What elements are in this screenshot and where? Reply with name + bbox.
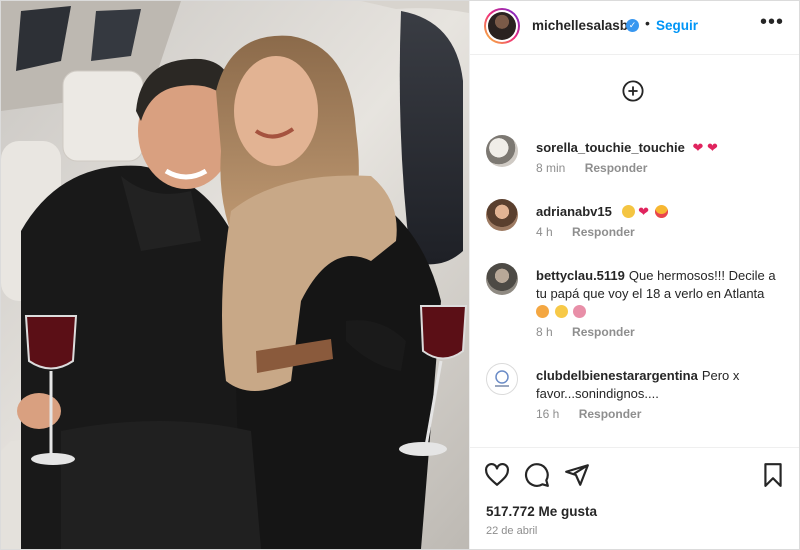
verified-badge-icon: ✓ — [626, 19, 639, 32]
commenter-avatar[interactable] — [486, 199, 518, 231]
comment-time: 4 h — [536, 225, 553, 239]
comment-username[interactable]: bettyclau.5119 — [536, 268, 625, 283]
commenter-avatar[interactable] — [486, 363, 518, 395]
reply-button[interactable]: Responder — [585, 161, 648, 175]
reply-button[interactable]: Responder — [572, 225, 635, 239]
post-photo[interactable] — [1, 1, 469, 549]
comment-icon[interactable] — [524, 462, 550, 488]
more-options-icon[interactable]: ••• — [760, 11, 784, 34]
post-photo-illustration — [1, 1, 469, 549]
comment-time: 16 h — [536, 407, 560, 421]
clapping-hands-emoji — [621, 205, 635, 218]
post-header: michellesalasb ✓ • Seguir ••• — [470, 1, 799, 55]
reply-button[interactable]: Responder — [579, 407, 642, 421]
likes-count[interactable]: 517.772 Me gusta — [486, 504, 597, 519]
add-circle-icon[interactable] — [622, 80, 644, 102]
comment-username[interactable]: sorella_touchie_touchie — [536, 140, 685, 155]
comment-username[interactable]: clubdelbienestarargentina — [536, 368, 698, 383]
couple-emoji — [573, 305, 587, 318]
comment-time: 8 min — [536, 161, 566, 175]
party-face-emoji — [536, 305, 549, 318]
reply-button[interactable]: Responder — [572, 325, 635, 339]
post-modal: michellesalasb ✓ • Seguir ••• sorella_to… — [0, 0, 800, 550]
comments-list[interactable]: sorella_touchie_touchie ❤ ❤ 8 min Respon… — [470, 55, 799, 447]
comment-username[interactable]: adrianabv15 — [536, 204, 612, 219]
commenter-avatar[interactable] — [486, 135, 518, 167]
post-actions-bar: 517.772 Me gusta 22 de abril — [470, 447, 799, 549]
grinning-face-emoji — [554, 305, 568, 318]
comment-time: 8 h — [536, 325, 553, 339]
bookmark-icon[interactable] — [760, 462, 786, 488]
post-date: 22 de abril — [486, 525, 538, 537]
heart-icon[interactable] — [484, 462, 510, 488]
red-heart-emoji: ❤ — [638, 204, 650, 219]
red-heart-emoji: ❤ — [692, 140, 704, 155]
follow-button[interactable]: Seguir — [656, 18, 698, 33]
red-heart-emoji: ❤ — [706, 140, 718, 155]
commenter-avatar[interactable] — [486, 263, 518, 295]
header-separator: • — [645, 15, 650, 31]
author-avatar[interactable] — [484, 8, 520, 44]
share-icon[interactable] — [564, 462, 590, 488]
heart-eyes-face-emoji — [654, 205, 668, 218]
club-logo-icon — [495, 370, 509, 387]
author-username[interactable]: michellesalasb — [532, 18, 628, 33]
post-side-panel: michellesalasb ✓ • Seguir ••• sorella_to… — [469, 1, 799, 549]
